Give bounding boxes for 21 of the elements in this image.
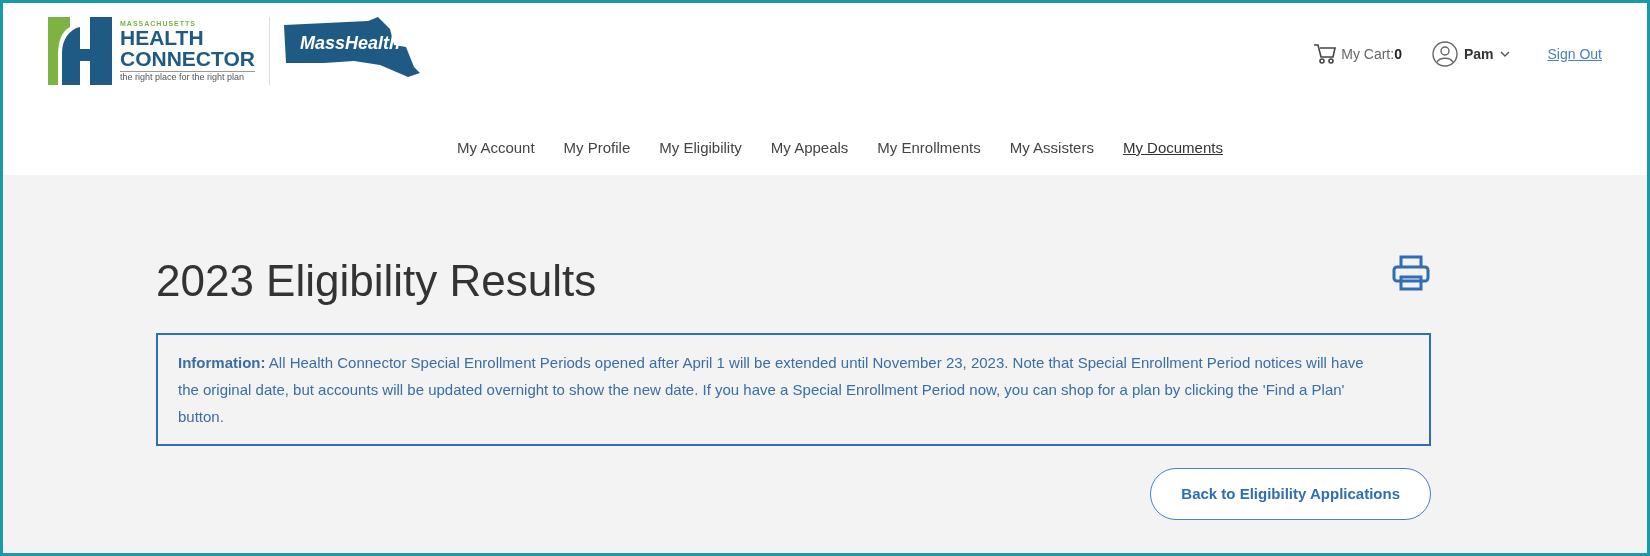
logo-text: CONNECTOR xyxy=(120,48,255,69)
sign-out-link[interactable]: Sign Out xyxy=(1547,43,1602,65)
cart-link[interactable]: My Cart:0 xyxy=(1341,43,1402,65)
nav-link[interactable]: My Enrollments xyxy=(877,137,981,160)
nav-link[interactable]: My Documents xyxy=(1122,137,1223,160)
print-icon[interactable] xyxy=(1391,253,1431,293)
information-message: Information: All Health Connector Special Enrollment Periods opened after April 1 will be extended until November 23, 2023. Note that Special Enrollment Period notices will have the original date, but accounts will be updated overnight to show the new date. If you have a Special Enrollment Period now, you can shop for a plan by clicking the 'Find a Plan' button. xyxy=(156,333,1431,446)
cart-icon[interactable] xyxy=(1313,43,1338,65)
chevron-down-icon[interactable] xyxy=(1499,51,1510,57)
nav-link[interactable]: My Assisters xyxy=(1009,137,1094,160)
user-icon xyxy=(1431,41,1458,67)
user-menu[interactable]: Pam xyxy=(1463,43,1494,65)
logo-text: HEALTH xyxy=(120,27,205,48)
nav-link[interactable]: My Eligibility xyxy=(659,137,742,160)
page-title: 2023 Eligibility Results xyxy=(156,259,597,303)
nav-link[interactable]: My Appeals xyxy=(770,137,849,160)
health-connector-logo-icon xyxy=(48,17,114,85)
back-button[interactable]: Back to Eligibility Applications xyxy=(1150,468,1431,520)
logo-text: the right place for the right plan xyxy=(120,71,255,82)
nav-link[interactable]: My Account xyxy=(457,137,535,160)
nav-link[interactable]: My Profile xyxy=(563,137,631,160)
